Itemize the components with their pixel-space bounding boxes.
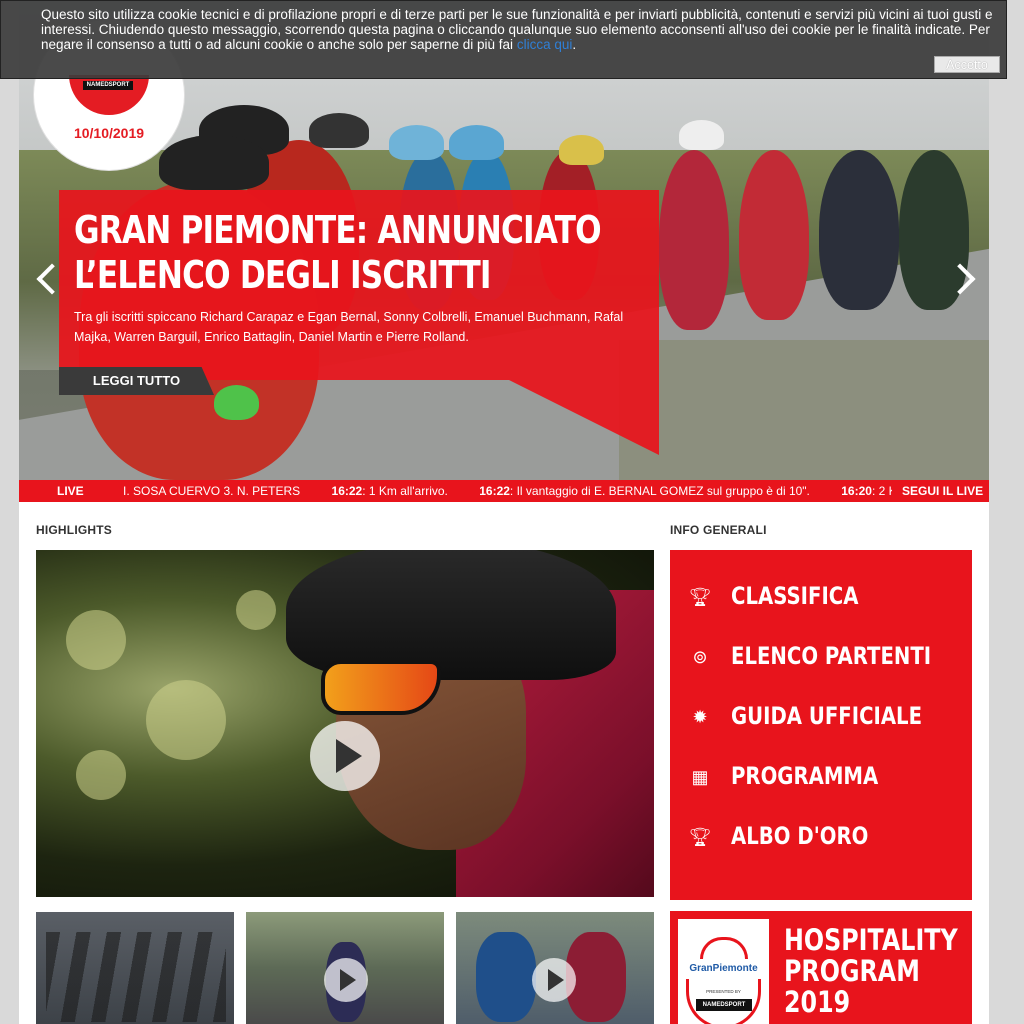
badge-icon: ✹ <box>692 707 708 727</box>
helmet-shape <box>449 125 504 160</box>
sunglasses-shape <box>321 660 441 715</box>
card-sponsor: NAMEDSPORT <box>696 999 752 1011</box>
live-ticker: LIVE I. SOSA CUERVO 3. N. PETERS 16:22: … <box>19 480 989 502</box>
play-icon[interactable] <box>324 958 368 1002</box>
bokeh-shape <box>236 590 276 630</box>
bokeh-shape <box>76 750 126 800</box>
hospitality-title-line1: HOSPITALITY <box>784 923 958 957</box>
cookie-text: Questo sito utilizza cookie tecnici e di… <box>41 7 993 52</box>
follow-live-link[interactable]: SEGUI IL LIVE <box>892 480 989 502</box>
helmet-shape <box>679 120 724 150</box>
rider-shape <box>659 150 729 330</box>
info-item-guida-ufficiale[interactable]: ✹ GUIDA UFFICIALE <box>688 696 958 736</box>
info-item-classifica[interactable]: 🏆︎ CLASSIFICA <box>688 576 958 616</box>
hero-subtitle: Tra gli iscritti spiccano Richard Carapa… <box>74 310 624 344</box>
ticker-item-text: : 1 Km all'arrivo. <box>362 484 448 498</box>
hero-title-line1: GRAN PIEMONTE: ANNUNCIATO <box>74 208 602 252</box>
live-label: LIVE <box>57 484 84 498</box>
info-panel: 🏆︎ CLASSIFICA ⊚ ELENCO PARTENTI ✹ GUIDA … <box>670 550 972 900</box>
highlight-video-main[interactable] <box>36 550 654 897</box>
chevron-left-icon[interactable] <box>31 260 61 300</box>
cyclist-icon: ⊚ <box>692 647 708 667</box>
trophy-icon: 🏆︎ <box>688 827 712 847</box>
hero-caption-tail <box>509 380 659 455</box>
info-item-label: ALBO D'ORO <box>731 822 869 850</box>
ticker-item-time: 16:22 <box>479 484 510 498</box>
info-item-programma[interactable]: ▦ PROGRAMMA <box>688 756 958 796</box>
ticker-item-time: 16:20 <box>841 484 872 498</box>
ticker-item-text: : 2 Km all'arri <box>871 484 893 498</box>
card-presented: PRESENTED BY <box>706 989 741 994</box>
bokeh-shape <box>66 610 126 670</box>
calendar-icon: ▦ <box>691 767 709 787</box>
highlights-heading: HIGHLIGHTS <box>36 523 112 537</box>
rider-shape <box>819 150 899 310</box>
play-icon[interactable] <box>532 958 576 1002</box>
hospitality-title-line3: 2019 <box>784 985 851 1019</box>
ticker-item: 16:22: 1 Km all'arrivo. <box>332 480 448 502</box>
thumb-riders-shadow <box>46 932 226 1022</box>
highlight-thumb[interactable] <box>456 912 654 1024</box>
hero-title-line2: L’ELENCO DEGLI ISCRITTI <box>74 253 492 297</box>
accept-cookies-button[interactable]: Accetto <box>934 56 1000 73</box>
gran-piemonte-logo-icon <box>700 937 748 959</box>
ticker-item: 16:22: Il vantaggio di E. BERNAL GOMEZ s… <box>479 480 810 502</box>
info-item-albo-doro[interactable]: 🏆︎ ALBO D'ORO <box>688 816 958 856</box>
card-brand: GranPiemonte <box>689 963 758 974</box>
rider-shape <box>739 150 809 320</box>
helmet-shape <box>559 135 604 165</box>
hospitality-title: HOSPITALITY PROGRAM 2019 <box>784 925 958 1018</box>
trophy-icon: 🏆︎ <box>688 587 712 607</box>
info-item-label: PROGRAMMA <box>731 762 879 790</box>
chevron-right-icon[interactable] <box>947 260 977 300</box>
info-item-label: ELENCO PARTENTI <box>731 642 932 670</box>
ticker-item: I. SOSA CUERVO 3. N. PETERS <box>123 480 300 502</box>
info-heading: INFO GENERALI <box>670 523 767 537</box>
cookie-info-link[interactable]: clicca qui <box>517 37 573 52</box>
info-item-label: CLASSIFICA <box>731 582 859 610</box>
hospitality-title-line2: PROGRAM <box>784 954 920 988</box>
helmet-shape <box>309 113 369 148</box>
highlight-thumb[interactable] <box>36 912 234 1024</box>
info-item-label: GUIDA UFFICIALE <box>731 702 923 730</box>
sponsor-strip: NAMEDSPORT <box>83 81 133 90</box>
cookie-consent-bar: Questo sito utilizza cookie tecnici e di… <box>0 0 1007 79</box>
thumb-rider-shape <box>476 932 536 1022</box>
gran-piemonte-logo: NAMEDSPORT <box>69 75 149 115</box>
hero-road-right <box>619 340 989 480</box>
info-item-elenco-partenti[interactable]: ⊚ ELENCO PARTENTI <box>688 636 958 676</box>
hospitality-program-banner[interactable]: GranPiemonte PRESENTED BY NAMEDSPORT HOS… <box>670 911 972 1024</box>
page: NAMEDSPORT 10/10/2019 GRAN PIEMONTE: ANN… <box>19 0 989 1024</box>
gran-piemonte-card: GranPiemonte PRESENTED BY NAMEDSPORT <box>678 919 769 1024</box>
event-date: 10/10/2019 <box>73 125 145 141</box>
play-icon[interactable] <box>310 721 380 791</box>
bokeh-shape <box>146 680 226 760</box>
read-more-button[interactable]: LEGGI TUTTO <box>59 367 214 395</box>
hero-title[interactable]: GRAN PIEMONTE: ANNUNCIATO L’ELENCO DEGLI… <box>74 208 602 298</box>
ticker-item-text: I. SOSA CUERVO 3. N. PETERS <box>123 484 301 498</box>
ticker-item-text: : Il vantaggio di E. BERNAL GOMEZ sul gr… <box>509 484 810 498</box>
ticker-item-time: 16:22 <box>331 484 363 498</box>
hero-caption-box: GRAN PIEMONTE: ANNUNCIATO L’ELENCO DEGLI… <box>59 190 659 380</box>
helmet-shape <box>389 125 444 160</box>
ticker-items: I. SOSA CUERVO 3. N. PETERS 16:22: 1 Km … <box>123 480 893 502</box>
gloved-hand-shape <box>214 385 259 420</box>
helmet-shape <box>159 135 269 190</box>
highlight-thumb[interactable] <box>246 912 444 1024</box>
ticker-item: 16:20: 2 Km all'arri <box>841 480 893 502</box>
